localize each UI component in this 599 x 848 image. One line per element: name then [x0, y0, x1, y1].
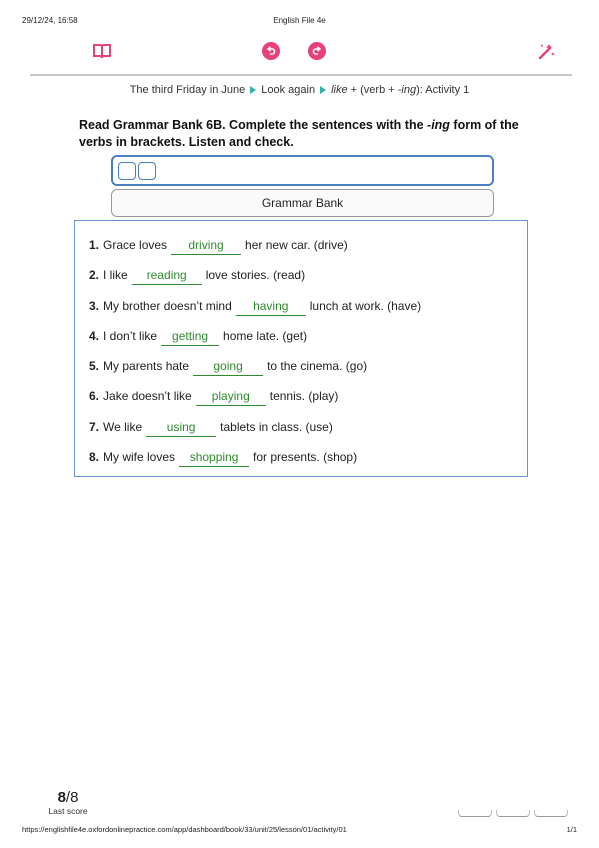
exercise-item: 3. My brother doesn’t mind having lunch at …	[89, 296, 421, 316]
answer-field[interactable]: playing	[195, 387, 266, 406]
answer-field[interactable]: having	[235, 297, 306, 316]
answer-field[interactable]: driving	[171, 236, 242, 255]
exercise-item: 1. Grace loves driving her new car. (drive)	[89, 235, 348, 255]
score-value: 8	[57, 789, 66, 806]
answer-field[interactable]: getting	[161, 327, 220, 346]
breadcrumb-item-section[interactable]: Look again	[261, 84, 315, 96]
answer-field[interactable]: shopping	[179, 448, 250, 467]
exercise-item: 6. Jake doesn’t like playing tennis. (play)	[89, 386, 338, 406]
audio-control-button[interactable]	[118, 162, 136, 180]
print-title: English File 4e	[273, 16, 326, 25]
answer-field[interactable]: using	[146, 418, 217, 437]
score-label: Last score	[48, 806, 88, 816]
nav-button-check[interactable]	[496, 810, 530, 817]
footer-url: https://englishfile4e.oxfordonlinepracti…	[22, 825, 347, 834]
magic-wand-icon[interactable]	[536, 40, 558, 62]
breadcrumb-separator-icon	[250, 86, 257, 95]
nav-button-next[interactable]	[534, 810, 568, 817]
breadcrumb-item-lesson[interactable]: The third Friday in June	[130, 84, 246, 96]
breadcrumb-separator-icon	[320, 86, 327, 95]
exercise-item: 7. We like using tablets in class. (use)	[89, 417, 333, 437]
last-score: 8/8 Last score	[48, 789, 88, 816]
answer-field[interactable]: reading	[131, 266, 202, 285]
exercise-item: 4. I don’t like getting home late. (get)	[89, 326, 307, 346]
redo-icon[interactable]	[306, 40, 328, 62]
book-icon[interactable]	[91, 40, 113, 62]
exercise-item: 8. My wife loves shopping for presents. (sh…	[89, 447, 357, 467]
undo-icon[interactable]	[260, 40, 282, 62]
breadcrumb-item-activity: like + (verb + -ing): Activity 1	[331, 84, 470, 96]
nav-button-prev[interactable]	[458, 810, 492, 817]
toolbar	[30, 30, 572, 76]
footer-page-number: 1/1	[566, 825, 577, 834]
answer-field[interactable]: going	[193, 357, 264, 376]
audio-control-button[interactable]	[138, 162, 156, 180]
grammar-bank-button[interactable]: Grammar Bank	[111, 189, 494, 217]
audio-player[interactable]	[111, 155, 494, 186]
exercise-item: 5. My parents hate going to the cinema. (go…	[89, 356, 367, 376]
exercise-panel: 1. Grace loves driving her new car. (drive)…	[74, 220, 528, 477]
score-total: /8	[65, 789, 79, 806]
instruction-text: Read Grammar Bank 6B. Complete the sente…	[79, 118, 519, 149]
breadcrumb: The third Friday in June Look again like +…	[0, 84, 599, 96]
print-footer: https://englishfile4e.oxfordonlinepracti…	[22, 825, 577, 834]
exercise-item: 2. I like reading love stories. (read)	[89, 265, 305, 285]
